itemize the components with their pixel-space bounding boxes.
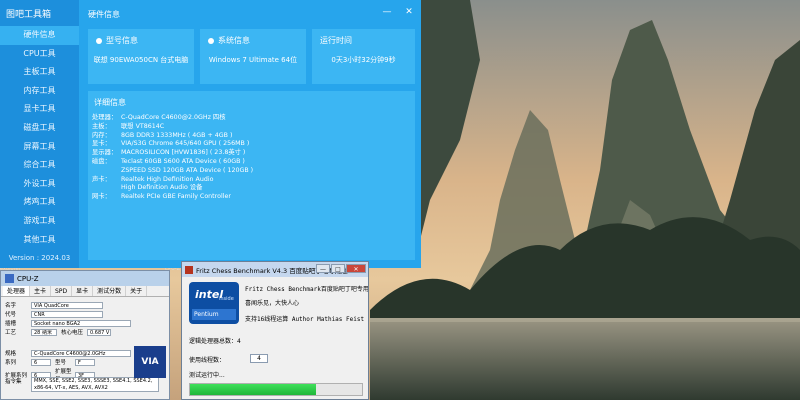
tab-cpu[interactable]: 处理器	[3, 286, 31, 296]
detail-row: High Definition Audio 设备	[121, 184, 203, 192]
close-button[interactable]: ✕	[346, 264, 366, 273]
cpuz-codename-row: 代号 CNR	[5, 310, 103, 318]
toolbox-window: 图吧工具箱 硬件信息 CPU工具 主板工具 内存工具 显卡工具 磁盘工具 屏幕工…	[0, 0, 421, 268]
detail-title: 详细信息	[94, 98, 126, 107]
sidebar-item-stress-tools[interactable]: 烤鸡工具	[0, 193, 79, 212]
window-title: 硬件信息	[88, 10, 120, 19]
toolbox-main: 硬件信息 — ✕ 型号信息 联想 90EWA050CN 台式电脑 系统信息 Wi…	[79, 0, 421, 268]
sidebar-item-general-tools[interactable]: 综合工具	[0, 156, 79, 175]
cpuz-titlebar[interactable]: CPU-Z	[1, 271, 169, 286]
version-label: Version : 2024.03	[8, 254, 71, 262]
detail-row: 显示器： MACROSILICON [HVW1836] ( 23.8英寸 )	[92, 149, 246, 157]
card-value: 0天3小时32分钟9秒	[331, 56, 396, 64]
cpuz-tabs: 处理器 主卡 SPD 显卡 测试分数 关于	[1, 286, 169, 297]
uptime-card: 运行时间 0天3小时32分钟9秒	[312, 29, 415, 84]
logical-processors: 逻辑处理器总数：4	[189, 338, 241, 345]
benchmark-text-line-3: 支持16线程运算 Author Mathias Feist	[245, 316, 365, 323]
cpuz-title: CPU-Z	[17, 274, 39, 283]
chess-benchmark-window: Fritz Chess Benchmark V4.3 百度贴吧丁吧专用版 — □…	[181, 261, 369, 400]
sidebar-item-memory-tools[interactable]: 内存工具	[0, 82, 79, 101]
cpuz-name-row: 名字 VIA QuadCore	[5, 301, 103, 309]
cpuz-package-value: Socket nano BGA2	[31, 319, 131, 327]
benchmark-text-line-2: 喜闻乐见，大快人心	[245, 300, 300, 307]
tab-mainboard[interactable]: 主卡	[30, 286, 52, 296]
sidebar-item-game-tools[interactable]: 游戏工具	[0, 212, 79, 231]
detail-row: 磁盘： Teclast 60GB S600 ATA Device ( 60GB )	[92, 157, 245, 165]
cpuz-tech-row: 工艺 28 纳米 核心电压 0.687 V	[5, 328, 111, 336]
detail-row: 显卡： VIA/S3G Chrome 645/640 GPU ( 256MB )	[92, 140, 250, 148]
close-button[interactable]: ✕	[403, 6, 415, 18]
detail-row: 内存： 8GB DDR3 1333MHz ( 4GB + 4GB )	[92, 131, 233, 139]
cpuz-package-row: 插槽 Socket nano BGA2	[5, 319, 131, 327]
sidebar-item-gpu-tools[interactable]: 显卡工具	[0, 100, 79, 119]
card-title: 型号信息	[106, 36, 138, 45]
card-value: Windows 7 Ultimate 64位	[208, 56, 298, 64]
progress-fill	[190, 384, 316, 395]
tab-graphics[interactable]: 显卡	[72, 286, 94, 296]
benchmark-progress-bar	[189, 383, 363, 396]
model-info-card: 型号信息 联想 90EWA050CN 台式电脑	[88, 29, 194, 84]
toolbox-sidebar: 图吧工具箱 硬件信息 CPU工具 主板工具 内存工具 显卡工具 磁盘工具 屏幕工…	[0, 0, 79, 268]
benchmark-window-controls: — □ ✕	[316, 264, 366, 273]
window-controls: — ✕	[381, 6, 415, 18]
cpuz-body: 名字 VIA QuadCore 代号 CNR 插槽 Socket nano BG…	[1, 297, 169, 392]
cpuz-voltage-value: 0.687 V	[87, 328, 111, 336]
minimize-button[interactable]: —	[316, 264, 330, 273]
card-title: 系统信息	[218, 36, 250, 45]
maximize-button[interactable]: □	[331, 264, 345, 273]
cpuz-tech-value: 28 纳米	[31, 328, 57, 336]
detail-list: 处理器： C-QuadCore C4600@2.0GHz 四核 主板： 联想 VT8…	[92, 114, 410, 202]
detail-panel: 详细信息 处理器： C-QuadCore C4600@2.0GHz 四核 主板：联…	[88, 91, 415, 260]
system-info-card: 系统信息 Windows 7 Ultimate 64位	[200, 29, 306, 84]
tab-bench[interactable]: 测试分数	[93, 286, 127, 296]
cpuz-name-value: VIA QuadCore	[31, 301, 103, 309]
detail-row: 网卡： Realtek PCIe GBE Family Controller	[92, 193, 231, 201]
card-value: 联想 90EWA050CN 台式电脑	[93, 56, 189, 64]
sidebar-item-screen-tools[interactable]: 屏幕工具	[0, 138, 79, 157]
cpuz-spec-value: C-QuadCore C4600@2.0GHz	[31, 349, 131, 357]
sidebar-item-disk-tools[interactable]: 磁盘工具	[0, 119, 79, 138]
detail-row: 主板： 联想 VT8614C	[92, 122, 165, 130]
card-title: 运行时间	[320, 36, 352, 45]
sidebar-item-other-tools[interactable]: 其他工具	[0, 231, 79, 250]
knight-icon	[185, 265, 193, 274]
model-icon	[96, 37, 102, 44]
sidebar-item-hardware-info[interactable]: 硬件信息	[0, 26, 79, 45]
cpuz-family-row: 系列 6 型号 F	[5, 358, 95, 366]
minimize-button[interactable]: —	[381, 6, 393, 18]
cpuz-codename-value: CNR	[31, 310, 103, 318]
sidebar-item-motherboard-tools[interactable]: 主板工具	[0, 63, 79, 82]
via-logo: VIA	[134, 346, 166, 378]
cpuz-spec-row: 规格 C-QuadCore C4600@2.0GHz	[5, 349, 131, 357]
system-icon	[208, 37, 214, 44]
intel-pentium-logo: intel inside Pentium	[189, 282, 239, 324]
sidebar-item-cpu-tools[interactable]: CPU工具	[0, 45, 79, 64]
detail-row: 处理器： C-QuadCore C4600@2.0GHz 四核	[92, 114, 226, 121]
tab-about[interactable]: 关于	[126, 286, 148, 296]
cpuz-instructions-value: MMX, SSE, SSE2, SSE3, SSSE3, SSE4.1, SSE…	[31, 377, 159, 392]
sidebar-nav: 硬件信息 CPU工具 主板工具 内存工具 显卡工具 磁盘工具 屏幕工具 综合工具…	[0, 26, 79, 249]
detail-row: ZSPEED SSD 120GB ATA Device ( 120GB )	[121, 166, 254, 174]
cpuz-window: CPU-Z 处理器 主卡 SPD 显卡 测试分数 关于 名字 VIA QuadC…	[0, 270, 170, 400]
threads-label: 使用线程数：	[189, 357, 226, 364]
sidebar-item-peripheral-tools[interactable]: 外设工具	[0, 175, 79, 194]
cpuz-instructions-row: 指令集 MMX, SSE, SSE2, SSE3, SSSE3, SSE4.1,…	[5, 377, 159, 392]
running-status: 测试运行中...	[189, 372, 225, 379]
threads-stepper[interactable]: 4	[250, 354, 268, 363]
benchmark-text-line-1: Fritz Chess Benchmark百度贴吧丁吧专用版	[245, 286, 369, 293]
cpuz-app-icon	[5, 274, 14, 283]
app-name: 图吧工具箱	[6, 10, 52, 20]
tab-spd[interactable]: SPD	[51, 286, 73, 296]
